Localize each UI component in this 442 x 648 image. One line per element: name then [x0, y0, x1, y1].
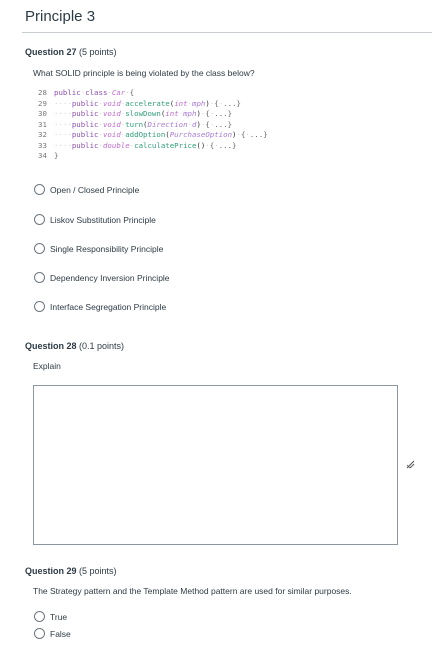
code-token: ...}: [249, 130, 268, 139]
question-28-points: (0.1 points): [79, 341, 125, 351]
q29-option-false[interactable]: False: [34, 628, 71, 639]
code-token: PurchaseOption: [169, 130, 233, 139]
line-number: 33: [38, 140, 47, 150]
radio-button[interactable]: [34, 272, 45, 283]
option-label: Dependency Inversion Principle: [50, 272, 170, 283]
code-token: Car: [111, 88, 126, 97]
title-divider: [22, 32, 432, 33]
code-token: addOption: [125, 130, 166, 139]
q27-option-3[interactable]: Single Responsibility Principle: [34, 243, 163, 254]
option-label: True: [50, 611, 68, 622]
code-token: ····: [54, 98, 72, 108]
code-token: ...}: [223, 98, 241, 108]
code-token: public: [71, 119, 99, 129]
code-token: int: [174, 98, 188, 108]
code-token: public: [54, 88, 81, 97]
code-token: ····: [54, 140, 72, 150]
code-token: Direction: [147, 119, 188, 129]
code-token: turn: [125, 119, 144, 129]
code-token: slowDown: [125, 109, 161, 118]
option-label: Open / Closed Principle: [50, 184, 140, 195]
option-label: Single Responsibility Principle: [50, 243, 164, 254]
line-number: 29: [38, 98, 47, 108]
code-token: (): [196, 140, 206, 150]
code-token: {: [129, 88, 135, 97]
code-token: ····: [54, 109, 72, 118]
resize-handle-icon[interactable]: [405, 459, 415, 469]
code-token: public: [71, 140, 99, 150]
page-title: Principle 3: [25, 8, 96, 25]
q27-option-5[interactable]: Interface Segregation Principle: [34, 301, 166, 312]
option-label: False: [50, 628, 71, 639]
code-token: class: [85, 88, 108, 97]
question-29-number: Question 29: [25, 566, 77, 576]
code-token: void: [102, 98, 121, 108]
code-token: public: [71, 130, 99, 139]
line-number: 30: [38, 109, 47, 118]
question-28-prompt: Explain: [33, 361, 61, 371]
radio-button[interactable]: [34, 628, 45, 639]
question-29-header: Question 29 (5 points): [25, 566, 117, 576]
code-line: 30 ···· public · void · slowDown(int · mph) ·{·..…: [38, 109, 268, 120]
option-label: Interface Segregation Principle: [50, 301, 167, 312]
line-number: 32: [38, 130, 47, 139]
radio-button[interactable]: [34, 611, 45, 622]
code-token: ...}: [218, 140, 237, 150]
code-token: void: [102, 130, 121, 139]
code-token: public: [71, 98, 99, 108]
question-27-header: Question 27 (5 points): [25, 47, 117, 57]
code-line: 34}: [38, 151, 268, 162]
q29-option-true[interactable]: True: [34, 611, 67, 622]
question-28-header: Question 28 (0.1 points): [25, 341, 124, 351]
code-line: 33 ···· public · double · calculatePrice() ·{·.…: [38, 141, 268, 152]
line-number: 31: [38, 119, 47, 129]
q27-option-1[interactable]: Open / Closed Principle: [34, 184, 139, 195]
q27-option-4[interactable]: Dependency Inversion Principle: [34, 272, 170, 283]
radio-button[interactable]: [34, 301, 45, 312]
code-line: 32 ···· public · void · addOption(PurchaseOpti…: [38, 130, 268, 141]
code-token: mph: [192, 98, 206, 108]
line-number: 34: [38, 151, 47, 160]
code-token: calculatePrice: [134, 140, 197, 150]
code-snippet: 28 public · class · Car ·{29 ···· public · void · ac…: [38, 88, 268, 162]
line-number: 28: [38, 88, 47, 97]
radio-button[interactable]: [34, 243, 45, 254]
code-token: }: [54, 151, 59, 160]
code-token: ····: [54, 119, 72, 129]
question-27-points: (5 points): [79, 47, 117, 57]
question-29-prompt: The Strategy pattern and the Template Me…: [33, 586, 352, 596]
radio-button[interactable]: [34, 214, 45, 225]
code-line: 28 public · class · Car ·{: [38, 88, 268, 99]
code-token: accelerate: [125, 98, 170, 108]
q27-option-2[interactable]: Liskov Substitution Principle: [34, 214, 156, 225]
code-token: void: [102, 119, 121, 129]
code-line: 29 ···· public · void · accelerate(int · mph) ·{·…: [38, 99, 268, 110]
code-token: ...}: [214, 119, 233, 129]
question-29-points: (5 points): [79, 566, 117, 576]
code-token: void: [102, 109, 121, 118]
code-token: double: [102, 140, 130, 150]
explain-answer-textarea[interactable]: [33, 385, 398, 545]
code-line: 31 ···· public · void · turn(Direction · d) ·{·..…: [38, 120, 268, 131]
radio-button[interactable]: [34, 184, 45, 195]
code-token: public: [71, 109, 99, 118]
question-27-number: Question 27: [25, 47, 77, 57]
code-token: mph: [183, 109, 197, 118]
code-token: ...}: [214, 109, 233, 118]
code-token: int: [165, 109, 179, 118]
question-28-number: Question 28: [25, 341, 77, 351]
option-label: Liskov Substitution Principle: [50, 214, 156, 225]
question-27-prompt: What SOLID principle is being violated b…: [33, 68, 255, 78]
code-token: ····: [54, 130, 72, 139]
